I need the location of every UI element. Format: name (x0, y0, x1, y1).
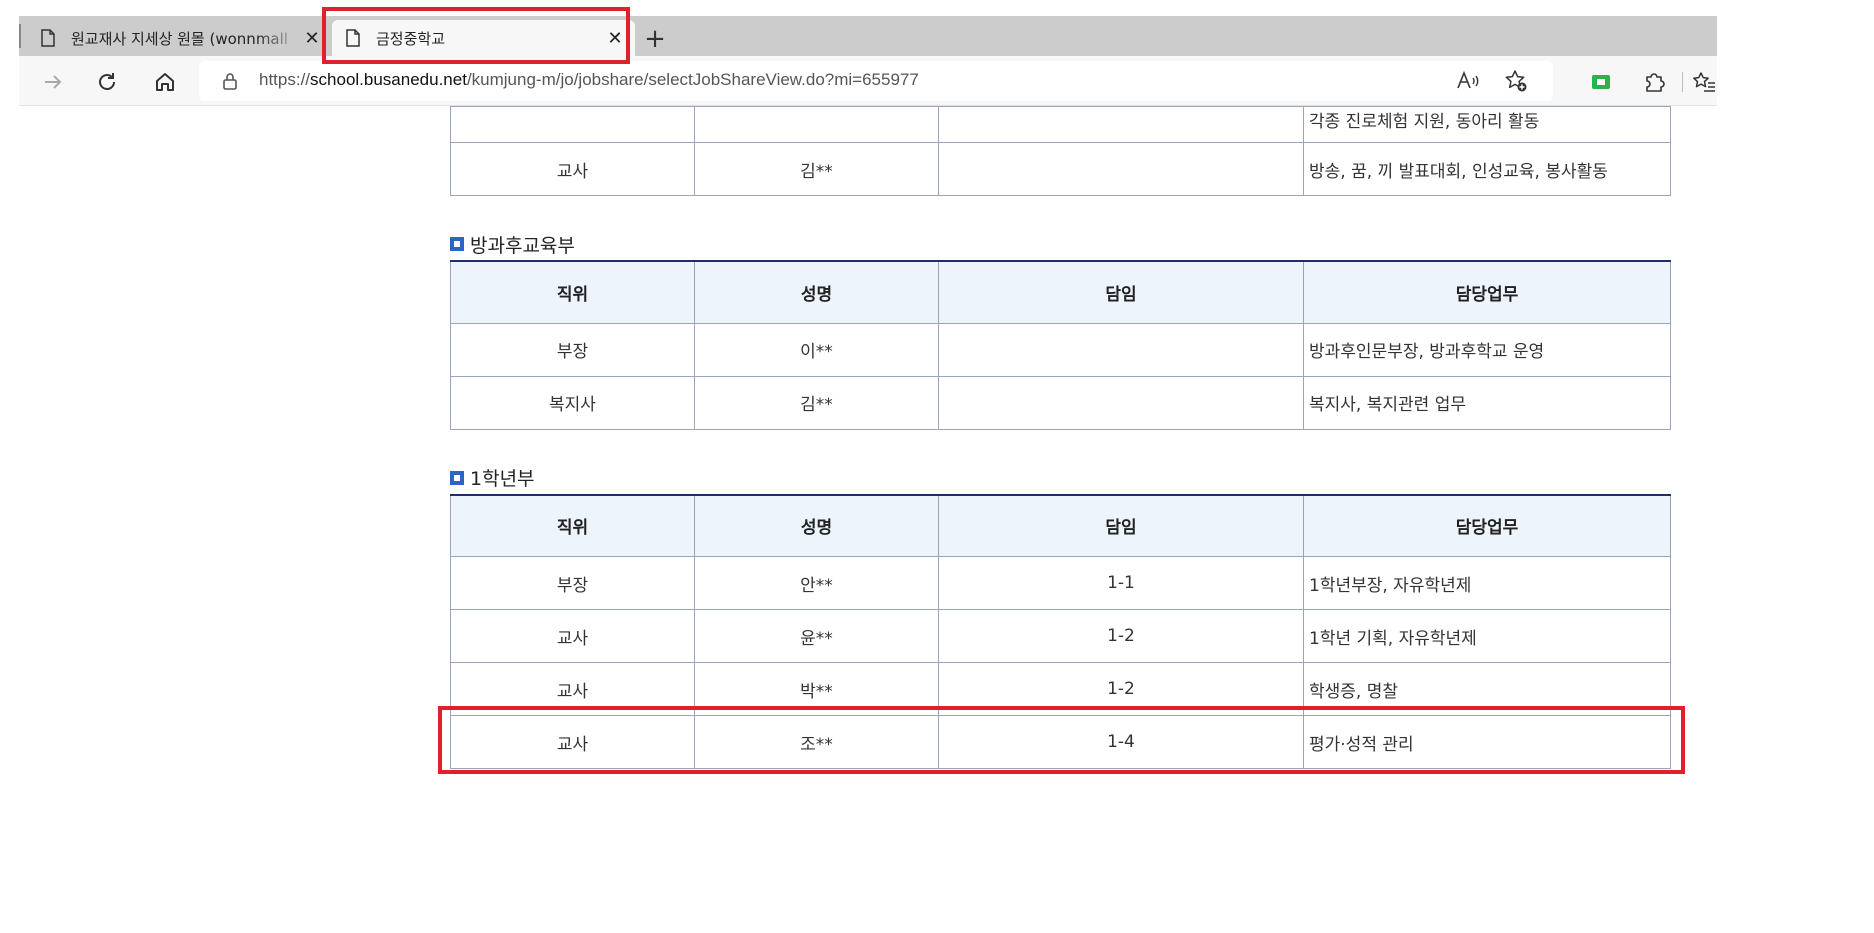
reload-button[interactable] (93, 68, 121, 96)
header-homeroom: 담임 (938, 493, 1304, 557)
reload-icon (99, 73, 115, 90)
duty-cell: 방송, 꿈, 끼 발표대회, 인성교육, 봉사활동 (1303, 142, 1671, 196)
name-cell: 이** (694, 322, 939, 377)
new-tab-button[interactable]: + (639, 24, 671, 56)
name-cell: 김** (694, 375, 939, 430)
position-cell: 교사 (450, 142, 695, 196)
table-row: 교사 김** 방송, 꿈, 끼 발표대회, 인성교육, 봉사활동 (450, 142, 1671, 196)
homeroom-cell (938, 142, 1304, 196)
duty-cell: 각종 진로체험 지원, 동아리 활동 (1303, 106, 1671, 143)
header-position: 직위 (450, 260, 695, 324)
page-content: 각종 진로체험 지원, 동아리 활동 교사 김** 방송, 꿈, 끼 발표대회,… (450, 106, 1671, 769)
favorites-list-icon (1693, 72, 1715, 92)
highlight-box-tab (322, 7, 630, 64)
close-icon[interactable]: ✕ (302, 28, 322, 49)
duty-cell: 방과후인문부장, 방과후학교 운영 (1303, 322, 1671, 377)
duty-cell: 복지사, 복지관련 업무 (1303, 375, 1671, 430)
duty-cell: 1학년부장, 자유학년제 (1303, 556, 1671, 610)
favorites-button[interactable] (1690, 68, 1718, 96)
square-bullet-icon (450, 470, 464, 485)
square-bullet-icon (450, 237, 464, 251)
url-text[interactable]: https://school.busanedu.net/kumjung-m/jo… (259, 70, 919, 90)
staff-table-afterschool: 직위 성명 담임 담당업무 부장 이** 방과후인문부장, 방과후학교 운영 복… (450, 260, 1671, 430)
home-button[interactable] (151, 68, 179, 96)
star-add-icon (1505, 70, 1527, 92)
forward-arrow-icon (45, 75, 62, 89)
position-cell (450, 106, 695, 143)
section-title: 1학년부 (450, 466, 1670, 490)
address-bar[interactable]: https://school.busanedu.net/kumjung-m/jo… (199, 61, 1553, 101)
highlight-box-row (438, 706, 1685, 774)
table-row: 부장 이** 방과후인문부장, 방과후학교 운영 (450, 322, 1671, 377)
toolbar-divider (1682, 72, 1683, 92)
header-homeroom: 담임 (938, 260, 1304, 324)
section-title: 방과후교육부 (450, 232, 1670, 257)
homeroom-cell: 1-2 (938, 609, 1304, 663)
position-cell: 부장 (450, 556, 695, 610)
browser-toolbar: https://school.busanedu.net/kumjung-m/jo… (19, 56, 1717, 106)
header-name: 성명 (694, 260, 939, 324)
table-header-row: 직위 성명 담임 담당업무 (450, 493, 1671, 557)
extension-button[interactable] (1587, 68, 1615, 96)
header-duty: 담당업무 (1303, 493, 1671, 557)
read-aloud-icon (1457, 70, 1479, 89)
table-row: 각종 진로체험 지원, 동아리 활동 (450, 106, 1671, 143)
table-header-row: 직위 성명 담임 담당업무 (450, 260, 1671, 324)
lock-icon[interactable] (221, 72, 239, 90)
extension-green-icon (1592, 75, 1610, 89)
header-name: 성명 (694, 493, 939, 557)
name-cell (694, 106, 939, 143)
extensions-button[interactable] (1640, 68, 1668, 96)
table-row: 복지사 김** 복지사, 복지관련 업무 (450, 375, 1671, 430)
tab-separator (19, 24, 21, 48)
table-row: 부장 안** 1-1 1학년부장, 자유학년제 (450, 556, 1671, 610)
name-cell: 김** (694, 142, 939, 196)
page-icon (41, 29, 55, 47)
duty-cell: 1학년 기획, 자유학년제 (1303, 609, 1671, 663)
add-favorite-button[interactable] (1502, 67, 1530, 95)
tab-wonnmall[interactable]: 원교재사 지세상 원몰 (wonnmall ✕ (27, 20, 332, 56)
tab-strip: 원교재사 지세상 원몰 (wonnmall ✕ 금정중학교 ✕ + (19, 16, 1717, 56)
read-aloud-button[interactable] (1454, 67, 1482, 95)
browser-chrome: 원교재사 지세상 원몰 (wonnmall ✕ 금정중학교 ✕ + https:… (19, 16, 1717, 106)
name-cell: 안** (694, 556, 939, 610)
homeroom-cell (938, 322, 1304, 377)
puzzle-icon (1646, 73, 1665, 92)
forward-button[interactable] (39, 68, 67, 96)
home-icon (156, 73, 174, 91)
tab-title: 원교재사 지세상 원몰 (wonnmall (71, 29, 288, 48)
homeroom-cell (938, 106, 1304, 143)
staff-table-top: 각종 진로체험 지원, 동아리 활동 교사 김** 방송, 꿈, 끼 발표대회,… (450, 106, 1671, 196)
position-cell: 복지사 (450, 375, 695, 430)
homeroom-cell: 1-1 (938, 556, 1304, 610)
header-position: 직위 (450, 493, 695, 557)
position-cell: 교사 (450, 609, 695, 663)
homeroom-cell (938, 375, 1304, 430)
table-row: 교사 윤** 1-2 1학년 기획, 자유학년제 (450, 609, 1671, 663)
header-duty: 담당업무 (1303, 260, 1671, 324)
position-cell: 부장 (450, 322, 695, 377)
name-cell: 윤** (694, 609, 939, 663)
